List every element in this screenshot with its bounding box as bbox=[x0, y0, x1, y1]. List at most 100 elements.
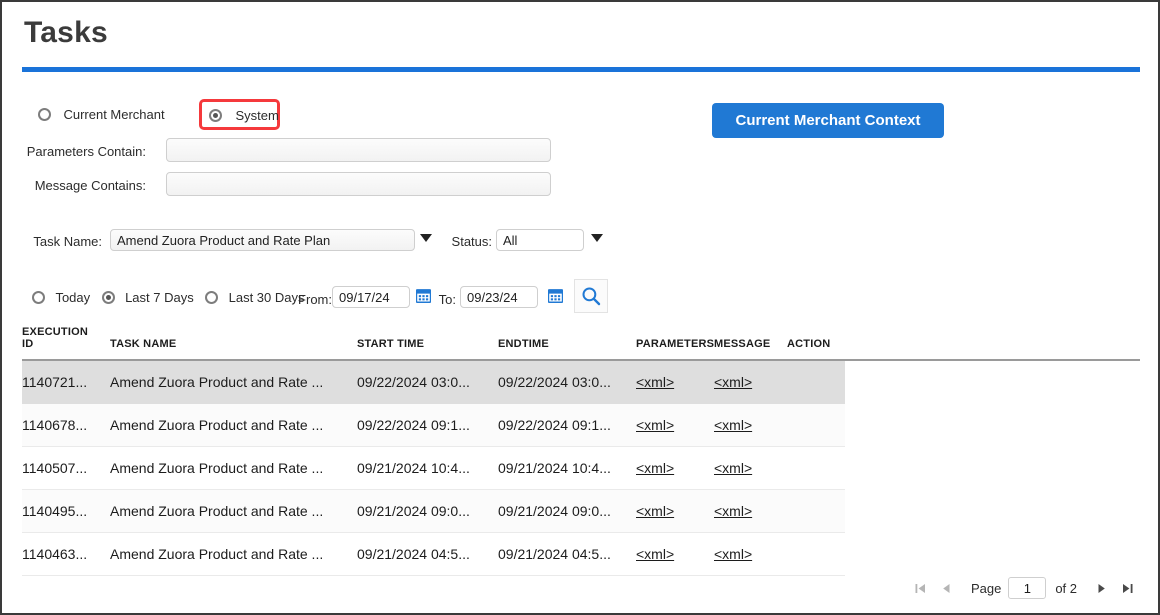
column-header-parameters[interactable]: PARAMETERS bbox=[636, 324, 714, 361]
radio-today-label: Today bbox=[55, 290, 91, 306]
column-header-execution-id[interactable]: EXECUTION ID bbox=[22, 324, 110, 361]
to-date-input[interactable] bbox=[460, 286, 538, 308]
cell-execution-id: 1140463... bbox=[22, 532, 110, 576]
radio-system[interactable]: System bbox=[209, 107, 279, 125]
cell-action bbox=[787, 403, 845, 447]
cell-action bbox=[787, 489, 845, 533]
cell-task-name: Amend Zuora Product and Rate ... bbox=[110, 446, 357, 490]
column-header-action[interactable]: ACTION bbox=[787, 324, 845, 361]
status-input[interactable] bbox=[496, 229, 584, 251]
table-row[interactable]: 1140678... Amend Zuora Product and Rate … bbox=[22, 403, 1140, 447]
radio-last-30-days-label: Last 30 Days bbox=[228, 290, 305, 306]
table-header-row: EXECUTION ID TASK NAME START TIME ENDTIME… bbox=[22, 324, 1140, 361]
column-header-start-time[interactable]: START TIME bbox=[357, 324, 498, 361]
next-page-button[interactable] bbox=[1088, 575, 1114, 601]
last-page-icon bbox=[1122, 583, 1132, 593]
column-header-message[interactable]: MESSAGE bbox=[714, 324, 787, 361]
cell-execution-id: 1140678... bbox=[22, 403, 110, 447]
cell-spacer bbox=[845, 403, 1140, 446]
cell-endtime: 09/22/2024 09:1... bbox=[498, 403, 636, 447]
cell-start-time: 09/22/2024 03:0... bbox=[357, 360, 498, 404]
cell-endtime: 09/21/2024 04:5... bbox=[498, 532, 636, 576]
task-name-input[interactable] bbox=[110, 229, 415, 251]
last-page-button[interactable] bbox=[1114, 575, 1140, 601]
table-row[interactable]: 1140495... Amend Zuora Product and Rate … bbox=[22, 489, 1140, 533]
status-label: Status: bbox=[451, 234, 492, 249]
cell-action bbox=[787, 446, 845, 490]
radio-system-label: System bbox=[235, 108, 279, 124]
message-xml-link[interactable]: <xml> bbox=[714, 417, 752, 433]
task-name-label: Task Name: bbox=[33, 234, 102, 249]
cell-message: <xml> bbox=[714, 446, 787, 490]
cell-execution-id: 1140507... bbox=[22, 446, 110, 490]
first-page-button[interactable] bbox=[908, 575, 934, 601]
date-range-radio-group: Today Last 7 Days Last 30 Days bbox=[32, 289, 312, 307]
cell-execution-id: 1140721... bbox=[22, 360, 110, 404]
cell-start-time: 09/21/2024 09:0... bbox=[357, 489, 498, 533]
cell-execution-id: 1140495... bbox=[22, 489, 110, 533]
message-contains-input[interactable] bbox=[166, 172, 551, 196]
previous-page-button[interactable] bbox=[934, 575, 960, 601]
cell-message: <xml> bbox=[714, 532, 787, 576]
parameters-xml-link[interactable]: <xml> bbox=[636, 460, 674, 476]
message-xml-link[interactable]: <xml> bbox=[714, 460, 752, 476]
to-label: To: bbox=[438, 292, 456, 307]
radio-last-30-days[interactable]: Last 30 Days bbox=[205, 289, 311, 307]
radio-today[interactable]: Today bbox=[32, 289, 97, 307]
message-xml-link[interactable]: <xml> bbox=[714, 374, 752, 390]
table-row[interactable]: 1140721... Amend Zuora Product and Rate … bbox=[22, 360, 1140, 404]
calendar-icon[interactable] bbox=[416, 288, 431, 303]
calendar-icon[interactable] bbox=[548, 288, 563, 303]
cell-spacer bbox=[845, 489, 1140, 532]
parameters-contain-input[interactable] bbox=[166, 138, 551, 162]
table-row[interactable]: 1140507... Amend Zuora Product and Rate … bbox=[22, 446, 1140, 490]
parameters-xml-link[interactable]: <xml> bbox=[636, 374, 674, 390]
column-header-endtime[interactable]: ENDTIME bbox=[498, 324, 636, 361]
pagination: Page of 2 bbox=[908, 575, 1140, 601]
cell-message: <xml> bbox=[714, 489, 787, 533]
radio-today-circle-icon bbox=[32, 291, 45, 305]
from-date-input[interactable] bbox=[332, 286, 410, 308]
column-header-task-name[interactable]: TASK NAME bbox=[110, 324, 357, 361]
radio-system-circle-icon bbox=[209, 109, 222, 123]
search-button[interactable] bbox=[574, 279, 608, 313]
message-xml-link[interactable]: <xml> bbox=[714, 503, 752, 519]
parameters-contain-label: Parameters Contain: bbox=[26, 144, 146, 159]
radio-current-merchant-circle-icon bbox=[38, 108, 51, 122]
column-header-spacer bbox=[845, 324, 1140, 361]
cell-parameters: <xml> bbox=[636, 532, 714, 576]
message-xml-link[interactable]: <xml> bbox=[714, 546, 752, 562]
message-contains-label: Message Contains: bbox=[34, 178, 146, 193]
cell-message: <xml> bbox=[714, 403, 787, 447]
radio-last-30-days-circle-icon bbox=[205, 291, 219, 305]
title-divider bbox=[22, 67, 1140, 72]
parameters-xml-link[interactable]: <xml> bbox=[636, 546, 674, 562]
cell-message: <xml> bbox=[714, 360, 787, 404]
page-total-label: of 2 bbox=[1055, 580, 1077, 596]
cell-spacer bbox=[845, 360, 1140, 403]
cell-task-name: Amend Zuora Product and Rate ... bbox=[110, 532, 357, 576]
search-icon bbox=[582, 287, 601, 306]
table-row[interactable]: 1140463... Amend Zuora Product and Rate … bbox=[22, 532, 1140, 576]
current-merchant-context-button[interactable]: Current Merchant Context bbox=[712, 103, 944, 138]
cell-parameters: <xml> bbox=[636, 403, 714, 447]
cell-action bbox=[787, 532, 845, 576]
tasks-table: EXECUTION ID TASK NAME START TIME ENDTIME… bbox=[22, 324, 1140, 576]
cell-action bbox=[787, 360, 845, 404]
task-name-chevron-down-icon[interactable] bbox=[420, 234, 432, 242]
cell-start-time: 09/21/2024 10:4... bbox=[357, 446, 498, 490]
parameters-xml-link[interactable]: <xml> bbox=[636, 503, 674, 519]
cell-task-name: Amend Zuora Product and Rate ... bbox=[110, 403, 357, 447]
status-chevron-down-icon[interactable] bbox=[591, 234, 603, 242]
radio-current-merchant-label: Current Merchant bbox=[63, 107, 165, 123]
cell-parameters: <xml> bbox=[636, 360, 714, 404]
cell-spacer bbox=[845, 532, 1140, 575]
from-label: From: bbox=[298, 292, 332, 307]
parameters-xml-link[interactable]: <xml> bbox=[636, 417, 674, 433]
table-body: 1140721... Amend Zuora Product and Rate … bbox=[22, 360, 1140, 576]
radio-last-7-days[interactable]: Last 7 Days bbox=[101, 289, 201, 307]
radio-current-merchant[interactable]: Current Merchant bbox=[38, 106, 165, 124]
context-radio-group: Current Merchant bbox=[38, 106, 165, 124]
previous-page-icon bbox=[943, 583, 950, 593]
page-number-input[interactable] bbox=[1008, 577, 1047, 599]
